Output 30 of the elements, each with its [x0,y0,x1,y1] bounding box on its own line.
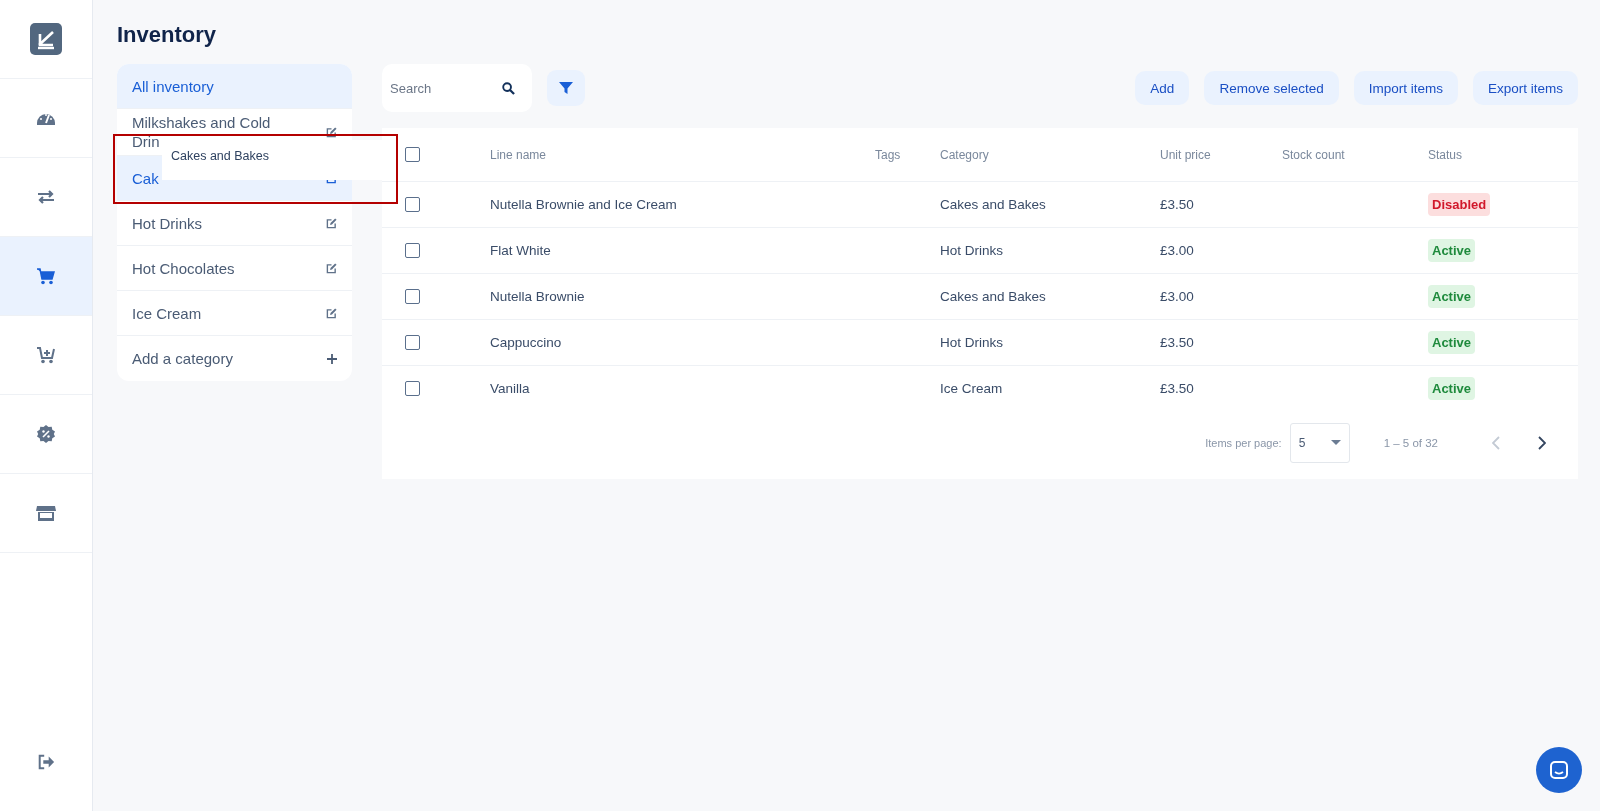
table-cell-text: Cappuccino [490,335,563,350]
page-title: Inventory [117,22,218,48]
page-range: 1 – 5 of 32 [1383,437,1438,449]
status-badge: Active [1428,285,1476,308]
column-header: Category [940,147,990,162]
table-cell-text: £3.50 [1160,197,1195,212]
status-badge: Disabled [1428,193,1491,216]
drag-preview-tooltip: Cakes and Bakes [162,140,384,180]
status-badge: Active [1428,377,1476,400]
table-cell-text: Vanilla [490,381,531,396]
table-cell-text: £3.00 [1160,243,1195,258]
table-cell-text: £3.00 [1160,289,1195,304]
column-header: Unit price [1160,147,1212,162]
column-header: Status [1428,147,1464,162]
table-cell-text: Flat White [490,243,552,258]
table-cell-text: Hot Drinks [940,335,1004,350]
table-cell-text: Cakes and Bakes [940,197,1047,212]
column-header: Line name [490,147,548,162]
table-cell-text: Ice Cream [940,381,1004,396]
column-header: Tags [875,147,902,162]
table-cell-text: Nutella Brownie and Ice Cream [490,197,678,212]
status-badge: Active [1428,239,1476,262]
items-per-page-label: Items per page: [1205,437,1282,449]
table-cell-text: Cakes and Bakes [940,289,1047,304]
table-cell-text: Nutella Brownie [490,289,586,304]
table-cell-text: Hot Drinks [940,243,1004,258]
table-cell-text: £3.50 [1160,381,1195,396]
column-header: Stock count [1282,147,1346,162]
table-cell-text: £3.50 [1160,335,1195,350]
status-badge: Active [1428,331,1476,354]
